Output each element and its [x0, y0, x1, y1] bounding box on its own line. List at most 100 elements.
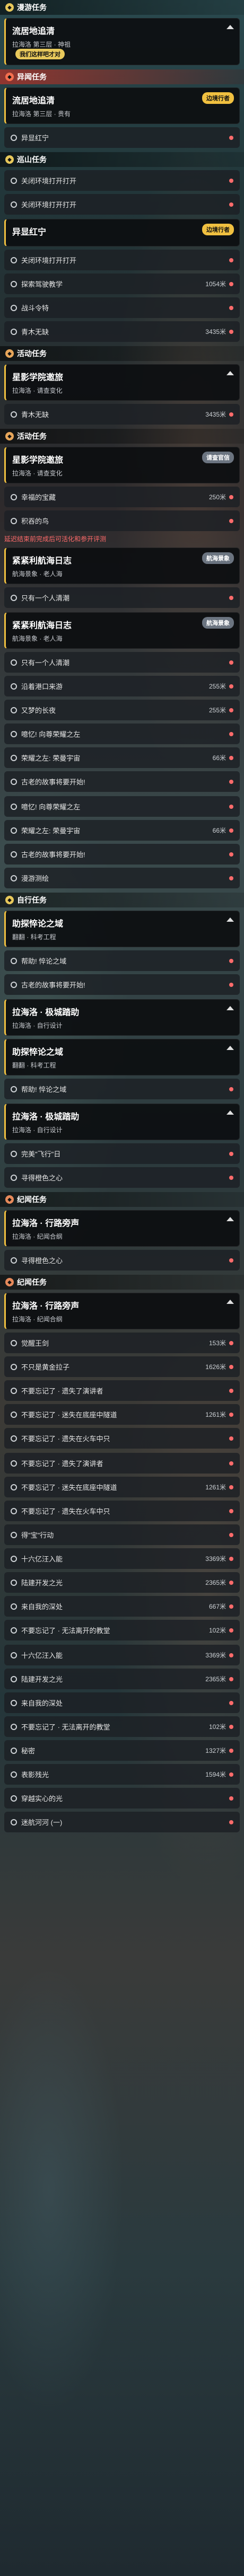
objective-distance: 102米	[208, 1627, 226, 1634]
quest-row[interactable]: 来自我的深处	[4, 1692, 240, 1713]
quest-row-left: 寻得橙色之心	[11, 1255, 63, 1265]
quest-row[interactable]: 穿越实心的光	[4, 1788, 240, 1809]
section-header[interactable]: ◆ 活动任务	[0, 346, 244, 361]
quest-row[interactable]: 青木无缺 3435米	[4, 404, 240, 425]
quest-row-right	[226, 660, 233, 665]
quest-row[interactable]: 只有一个人清潮	[4, 652, 240, 673]
quest-card[interactable]: 流居地追清 拉海洛 第三层 · 贵有 边境行者	[4, 87, 240, 124]
objective-text: 幸福的宝藏	[21, 493, 56, 501]
quest-section: ◆ 纪闻任务 拉海洛 · 行路旁声 拉海洛 · 纪闻合纲 觉醒王剑 153米 不只是黄金拉子…	[0, 1275, 244, 1449]
quest-row[interactable]: 陆建开发之光 2365米	[4, 1669, 240, 1689]
quest-row[interactable]: 觉醒王剑 153米	[4, 1333, 240, 1353]
collapse-chevron-icon[interactable]	[226, 1217, 234, 1221]
quest-row[interactable]: 不要忘记了 · 遗失了演讲者	[4, 1380, 240, 1401]
collapse-chevron-icon[interactable]	[226, 918, 234, 922]
section-header[interactable]: ◆ 纪闻任务	[0, 1275, 244, 1290]
objective-text: 不只是黄金拉子	[21, 1363, 70, 1371]
quest-row[interactable]: 青木无缺 3435米	[4, 321, 240, 342]
quest-row[interactable]: 古老的故事将要开始!	[4, 974, 240, 995]
quest-row[interactable]: 十六亿汪入能 3369米	[4, 1645, 240, 1665]
quest-row[interactable]: 不要忘记了 · 无法离开的教堂 102米	[4, 1716, 240, 1737]
quest-row-left: 不要忘记了 · 迷失在底座中隧道	[11, 1482, 117, 1492]
quest-row[interactable]: 不要忘记了 · 遗失在火车中只	[4, 1501, 240, 1521]
quest-pill[interactable]: 我们这样吧才对	[15, 49, 65, 59]
quest-row[interactable]: 关闭环境打开打开	[4, 194, 240, 215]
quest-card[interactable]: 星影学院邀旅 拉海洛 · 请查变化	[4, 364, 240, 401]
collapse-chevron-icon[interactable]	[226, 1300, 234, 1304]
quest-row[interactable]: 沿着港口来游 255米	[4, 676, 240, 696]
quest-row[interactable]: 探索驾驶教学 1054米	[4, 274, 240, 294]
quest-card[interactable]: 拉海洛 · 行路旁声 拉海洛 · 纪闻合纲	[4, 1293, 240, 1329]
quest-row[interactable]: 来自我的深处 667米	[4, 1596, 240, 1617]
quest-row[interactable]: 帮助! 悴论之域	[4, 1079, 240, 1099]
quest-row[interactable]: 战斗令特	[4, 297, 240, 318]
quest-row[interactable]: 幸福的宝藏 250米	[4, 487, 240, 507]
quest-row[interactable]: 漫游测绘	[4, 868, 240, 888]
quest-row[interactable]: 十六亿汪入能 3369米	[4, 1548, 240, 1569]
quest-row[interactable]: 迷航河河 (一)	[4, 1812, 240, 1832]
quest-row[interactable]: 积吞的鸟	[4, 510, 240, 531]
quest-row[interactable]: 不要忘记了 · 无法离开的教堂 102米	[4, 1620, 240, 1640]
quest-row[interactable]: 不要忘记了 · 遗失在火车中只	[4, 1428, 240, 1449]
section-header[interactable]: ◆ 纪闻任务	[0, 1192, 244, 1207]
quest-row[interactable]: 又梦的长夜 255米	[4, 700, 240, 720]
objective-distance: 1261米	[205, 1411, 226, 1418]
quest-row[interactable]: 不要忘记了 · 遗失了演讲者	[4, 1453, 240, 1474]
objective-text: 寻得橙色之心	[21, 1174, 63, 1182]
quest-row[interactable]: 荣耀之左: 荣曼宇宙 66米	[4, 820, 240, 841]
objective-text: 觉醒王剑	[21, 1339, 49, 1347]
collapse-chevron-icon[interactable]	[226, 1046, 234, 1050]
quest-row-right	[226, 804, 233, 809]
quest-row[interactable]: 不要忘记了 · 迷失在底座中隧道 1261米	[4, 1404, 240, 1425]
quest-row[interactable]: 得"宝"行动	[4, 1524, 240, 1545]
quest-row[interactable]: 古老的故事将要开始!	[4, 844, 240, 864]
section-header[interactable]: ◆ 活动任务	[0, 429, 244, 444]
objective-text: 只有一个人清潮	[21, 659, 70, 667]
quest-card[interactable]: 拉海洛 · 行路旁声 拉海洛 · 纪闻合纲	[4, 1210, 240, 1247]
collapse-chevron-icon[interactable]	[226, 1006, 234, 1010]
section-header[interactable]: ◆ 异闻任务	[0, 69, 244, 84]
quest-card[interactable]: 拉海洛 · 极城踏助 拉海洛 · 自行设计	[4, 1104, 240, 1140]
quest-row[interactable]: 荣耀之左: 荣曼宇宙 66米	[4, 747, 240, 768]
alert-dot	[229, 1580, 233, 1585]
quest-row-left: 不要忘记了 · 遗失了演讲者	[11, 1386, 103, 1396]
quest-row[interactable]: 陆建开发之光 2365米	[4, 1572, 240, 1593]
quest-row[interactable]: 不要忘记了 · 迷失在底座中隧道 1261米	[4, 1477, 240, 1497]
quest-row[interactable]: 帮助! 悴论之域	[4, 950, 240, 971]
quest-type-icon: ◆	[5, 349, 14, 358]
quest-location: 翻翻 · 科考工程	[12, 933, 56, 941]
quest-card[interactable]: 助探悴论之域 翻翻 · 科考工程	[4, 1039, 240, 1075]
collapse-chevron-icon[interactable]	[226, 25, 234, 29]
quest-card[interactable]: 流居地追清 拉海洛 第三层 · 神祖 我们这样吧才对	[4, 18, 240, 65]
alert-dot	[229, 1748, 233, 1753]
quest-row[interactable]: 不只是黄金拉子 1626米	[4, 1356, 240, 1377]
quest-card[interactable]: 助探悴论之域 翻翻 · 科考工程	[4, 911, 240, 947]
section-header[interactable]: ◆ 巡山任务	[0, 152, 244, 167]
quest-row[interactable]: 只有一个人清潮	[4, 587, 240, 608]
alert-dot	[229, 1175, 233, 1180]
quest-card[interactable]: 异显红宁 边境行者	[4, 219, 240, 246]
quest-card[interactable]: 拉海洛 · 极城踏助 拉海洛 · 自行设计	[4, 999, 240, 1036]
collapse-chevron-icon[interactable]	[226, 371, 234, 375]
quest-card[interactable]: 星影学院邀旅 拉海洛 · 请查变化 请查官信	[4, 447, 240, 483]
quest-location: 拉海洛 第三层 · 贵有	[12, 110, 71, 118]
quest-row[interactable]: 关闭环境打开打开	[4, 170, 240, 191]
quest-row[interactable]: 寻得橙色之心	[4, 1250, 240, 1271]
quest-row[interactable]: 异显红宁	[4, 127, 240, 148]
quest-row[interactable]: 寻得橙色之心	[4, 1167, 240, 1188]
section-header[interactable]: ◆ 自行任务	[0, 893, 244, 907]
collapse-chevron-icon[interactable]	[226, 1110, 234, 1115]
quest-card[interactable]: 紧紧利航海日志 航海景象 · 老人海 航海景象	[4, 612, 240, 649]
section-header[interactable]: ◆ 漫游任务	[0, 0, 244, 15]
quest-row[interactable]: 表影残光 1594米	[4, 1764, 240, 1785]
quest-row[interactable]: 完美"飞行"日	[4, 1143, 240, 1164]
alert-dot	[229, 1700, 233, 1705]
quest-row[interactable]: 古老的故事将要开始!	[4, 771, 240, 792]
quest-row[interactable]: 秘密 1327米	[4, 1740, 240, 1761]
quest-row[interactable]: 噫忆! 向尊荣耀之左	[4, 796, 240, 817]
quest-row[interactable]: 关闭环境打开打开	[4, 250, 240, 270]
quest-row-right	[226, 305, 233, 310]
quest-card[interactable]: 紧紧利航海日志 航海景象 · 老人海 航海景象	[4, 548, 240, 584]
quest-row-right: 3369米	[200, 1554, 233, 1563]
quest-row[interactable]: 噫忆! 向尊荣耀之左	[4, 724, 240, 744]
